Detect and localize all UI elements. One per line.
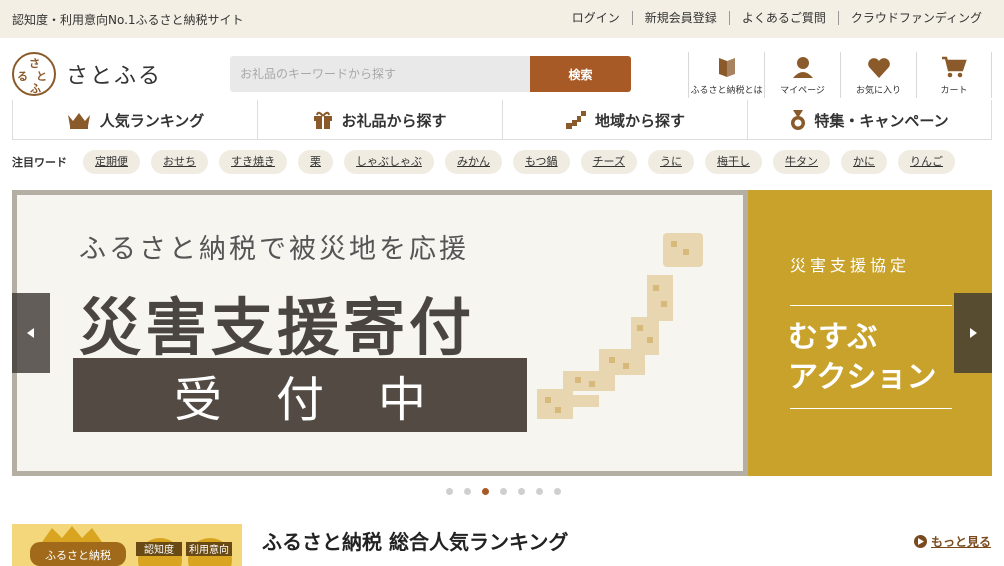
- keyword-chip[interactable]: みかん: [445, 150, 502, 174]
- hero-subtitle: ふるさと納税で被災地を応援: [79, 234, 469, 265]
- featured-keywords: 注目ワード 定期便 おせち すき焼き 栗 しゃぶしゃぶ みかん もつ鍋 チーズ …: [12, 150, 966, 174]
- keyword-chip[interactable]: もつ鍋: [513, 150, 570, 174]
- keywords-label: 注目ワード: [12, 156, 67, 169]
- tab-gifts[interactable]: お礼品から探す: [257, 100, 502, 140]
- ranking-title: ふるさと納税 総合人気ランキング: [262, 530, 569, 554]
- carousel-prev-button[interactable]: [12, 293, 50, 373]
- hero-carousel: ふるさと納税で被災地を応援 災害支援寄付 受付中 災害支援協定 むすぶ アクショ…: [12, 190, 992, 476]
- category-nav: 人気ランキング お礼品から探す 地域から探す 特集・キャンペーン: [12, 100, 992, 140]
- keyword-chip[interactable]: チーズ: [580, 150, 638, 174]
- tab-regions[interactable]: 地域から探す: [502, 100, 747, 140]
- tab-features[interactable]: 特集・キャンペーン: [747, 100, 992, 140]
- top-links: ログイン 新規会員登録 よくあるご質問 クラウドファンディング: [560, 11, 994, 25]
- keyword-chip[interactable]: すき焼き: [219, 150, 287, 174]
- logo-mark: さ と ふ る: [12, 52, 56, 96]
- crowdfunding-link[interactable]: クラウドファンディング: [837, 11, 994, 25]
- carousel-dot[interactable]: [536, 488, 543, 495]
- carousel-dot[interactable]: [464, 488, 471, 495]
- side-divider-top: [790, 305, 952, 306]
- search-input[interactable]: [230, 56, 530, 92]
- side-campaign-name: むすぶ アクション: [788, 320, 937, 395]
- heart-icon: [867, 58, 890, 78]
- japan-map-icon: [565, 111, 586, 129]
- site-logo[interactable]: さ と ふ る さとふる: [12, 52, 162, 96]
- japan-map-illustration: [537, 233, 703, 419]
- keyword-chip[interactable]: りんご: [898, 150, 956, 174]
- login-link[interactable]: ログイン: [560, 11, 632, 25]
- carousel-dot[interactable]: [446, 488, 453, 495]
- carousel-next-button[interactable]: [954, 293, 992, 373]
- see-more-link[interactable]: もっと見る: [914, 533, 991, 550]
- hero-title: 災害支援寄付: [79, 291, 476, 364]
- icon-nav: ふるさと納税とは マイページ お気に入り カート: [688, 52, 992, 98]
- carousel-dot[interactable]: [554, 488, 561, 495]
- carousel-dot[interactable]: [482, 488, 489, 495]
- keyword-chip[interactable]: 定期便: [83, 150, 140, 174]
- gift-icon: [314, 111, 333, 129]
- faq-link[interactable]: よくあるご質問: [728, 11, 838, 25]
- ranking-banner: ふるさと納税 認知度 利用意向: [12, 524, 242, 566]
- play-circle-icon: [914, 535, 927, 548]
- keyword-chip[interactable]: 栗: [298, 150, 333, 174]
- chevron-left-icon: [27, 328, 34, 338]
- ranking-banner-illustration: ふるさと納税 認知度 利用意向: [30, 526, 232, 566]
- carousel-dots: [446, 488, 572, 495]
- search-bar: 検索: [230, 56, 631, 92]
- carousel-dot[interactable]: [500, 488, 507, 495]
- keyword-chip[interactable]: しゃぶしゃぶ: [344, 150, 434, 174]
- keyword-chip[interactable]: 牛タン: [773, 150, 831, 174]
- keyword-chip[interactable]: 梅干し: [705, 150, 763, 174]
- cart-icon: [942, 56, 967, 78]
- side-title: 災害支援協定: [790, 256, 911, 275]
- book-icon: [718, 58, 735, 77]
- cart-nav-item[interactable]: カート: [916, 52, 992, 98]
- side-divider-bottom: [790, 408, 952, 409]
- favorites-nav-item[interactable]: お気に入り: [840, 52, 916, 98]
- svg-text:認知度: 認知度: [144, 543, 174, 556]
- carousel-dot[interactable]: [518, 488, 525, 495]
- mypage-nav-item[interactable]: マイページ: [764, 52, 840, 98]
- keyword-chip[interactable]: かに: [841, 150, 888, 174]
- tab-ranking[interactable]: 人気ランキング: [12, 100, 257, 140]
- medal-icon: [791, 110, 806, 130]
- top-bar: 認知度・利用意向No.1ふるさと納税サイト ログイン 新規会員登録 よくあるご質…: [0, 0, 1004, 38]
- hero-band: 受付中: [73, 358, 527, 432]
- user-icon: [792, 57, 813, 78]
- site-tagline: 認知度・利用意向No.1ふるさと納税サイト: [12, 13, 244, 27]
- keyword-chip[interactable]: おせち: [151, 150, 208, 174]
- search-button[interactable]: 検索: [530, 56, 631, 92]
- keyword-chip[interactable]: うに: [648, 150, 695, 174]
- svg-text:利用意向: 利用意向: [189, 543, 229, 556]
- hero-slide-main[interactable]: ふるさと納税で被災地を応援 災害支援寄付 受付中: [12, 190, 748, 476]
- about-nav-item[interactable]: ふるさと納税とは: [688, 52, 764, 98]
- chevron-right-icon: [970, 328, 977, 338]
- logo-name: さとふる: [66, 64, 163, 89]
- svg-text:ふるさと納税: ふるさと納税: [45, 548, 111, 562]
- register-link[interactable]: 新規会員登録: [631, 11, 729, 25]
- crown-icon: [67, 113, 90, 129]
